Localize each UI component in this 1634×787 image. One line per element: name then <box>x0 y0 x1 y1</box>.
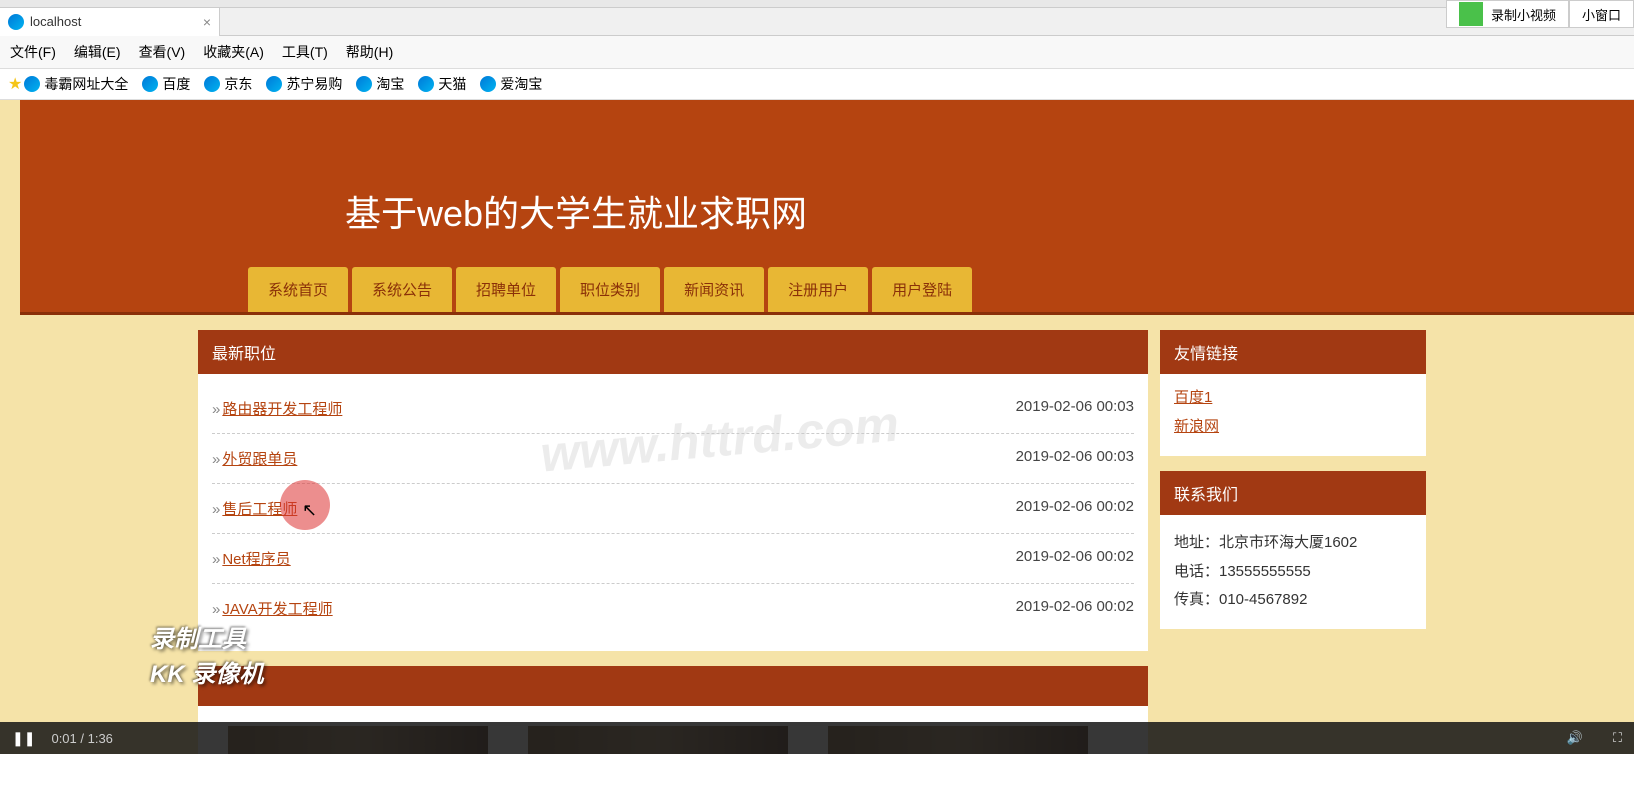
nav-login[interactable]: 用户登陆 <box>872 267 972 312</box>
record-video-button[interactable]: 录制小视频 <box>1446 0 1569 28</box>
contact-fax: 传真：010-4567892 <box>1174 586 1412 615</box>
latest-jobs-panel: 最新职位 路由器开发工程师 2019-02-06 00:03 外贸跟单员 201… <box>198 330 1148 651</box>
ie-icon <box>24 76 40 92</box>
job-date: 2019-02-06 00:03 <box>1016 398 1134 419</box>
job-date: 2019-02-06 00:03 <box>1016 448 1134 469</box>
fullscreen-icon[interactable]: ⛶ <box>1613 730 1622 746</box>
job-link[interactable]: 路由器开发工程师 <box>212 398 342 419</box>
job-item: JAVA开发工程师 2019-02-06 00:02 <box>212 584 1134 633</box>
menu-edit[interactable]: 编辑(E) <box>74 42 121 62</box>
bookmark-item[interactable]: 百度 <box>142 74 190 94</box>
ie-icon <box>204 76 220 92</box>
record-icon <box>1459 2 1483 26</box>
contact-phone: 电话：13555555555 <box>1174 558 1412 587</box>
bookmark-item[interactable]: 淘宝 <box>356 74 404 94</box>
contact-panel: 联系我们 地址：北京市环海大厦1602 电话：13555555555 传真：01… <box>1160 471 1426 629</box>
friend-links-panel: 友情链接 百度1 新浪网 <box>1160 330 1426 456</box>
bookmark-item[interactable]: 苏宁易购 <box>266 74 342 94</box>
menu-favorites[interactable]: 收藏夹(A) <box>203 42 264 62</box>
job-item: 外贸跟单员 2019-02-06 00:03 <box>212 434 1134 484</box>
bookmark-item[interactable]: 天猫 <box>418 74 466 94</box>
bookmark-item[interactable]: 毒霸网址大全 <box>24 74 128 94</box>
favorites-star-icon[interactable]: ★ <box>8 74 22 94</box>
bookmark-bar: ★ 毒霸网址大全 百度 京东 苏宁易购 淘宝 天猫 爱淘宝 <box>0 69 1634 100</box>
ie-icon <box>418 76 434 92</box>
ie-icon <box>8 14 24 30</box>
menu-tools[interactable]: 工具(T) <box>282 42 328 62</box>
small-window-button[interactable]: 小窗口 <box>1569 0 1634 28</box>
job-list: 路由器开发工程师 2019-02-06 00:03 外贸跟单员 2019-02-… <box>212 384 1134 633</box>
nav-job-category[interactable]: 职位类别 <box>560 267 660 312</box>
job-date: 2019-02-06 00:02 <box>1016 598 1134 619</box>
menu-bar: 文件(F) 编辑(E) 查看(V) 收藏夹(A) 工具(T) 帮助(H) <box>0 36 1634 69</box>
contact-address: 地址：北京市环海大厦1602 <box>1174 529 1412 558</box>
video-controls: ❚❚ 0:01 / 1:36 🔊 ⛶ <box>0 722 1634 754</box>
ie-icon <box>266 76 282 92</box>
job-item: 售后工程师 2019-02-06 00:02 <box>212 484 1134 534</box>
site-title: 基于web的大学生就业求职网 <box>345 185 807 237</box>
job-item: Net程序员 2019-02-06 00:02 <box>212 534 1134 584</box>
panel-header <box>198 666 1148 706</box>
close-icon[interactable]: × <box>203 14 211 30</box>
job-link[interactable]: Net程序员 <box>212 548 291 569</box>
bookmark-item[interactable]: 爱淘宝 <box>480 74 542 94</box>
ie-icon <box>480 76 496 92</box>
friend-link[interactable]: 新浪网 <box>1174 415 1412 436</box>
nav-home[interactable]: 系统首页 <box>248 267 348 312</box>
nav-news[interactable]: 新闻资讯 <box>664 267 764 312</box>
friend-link[interactable]: 百度1 <box>1174 386 1412 407</box>
volume-icon[interactable]: 🔊 <box>1567 730 1583 746</box>
tab-title: localhost <box>30 14 203 29</box>
ie-icon <box>356 76 372 92</box>
nav-announcement[interactable]: 系统公告 <box>352 267 452 312</box>
job-link[interactable]: 售后工程师 <box>212 498 297 519</box>
job-date: 2019-02-06 00:02 <box>1016 498 1134 519</box>
browser-tab[interactable]: localhost × <box>0 8 220 36</box>
recording-watermark: 录制工具 KK 录像机 <box>150 619 263 689</box>
panel-header: 最新职位 <box>198 330 1148 374</box>
pause-button[interactable]: ❚❚ <box>12 730 35 747</box>
nav-employers[interactable]: 招聘单位 <box>456 267 556 312</box>
job-link[interactable]: 外贸跟单员 <box>212 448 297 469</box>
nav-register[interactable]: 注册用户 <box>768 267 868 312</box>
menu-file[interactable]: 文件(F) <box>10 42 56 62</box>
panel-header: 联系我们 <box>1160 471 1426 515</box>
bookmark-item[interactable]: 京东 <box>204 74 252 94</box>
job-item: 路由器开发工程师 2019-02-06 00:03 <box>212 384 1134 434</box>
menu-view[interactable]: 查看(V) <box>139 42 186 62</box>
menu-help[interactable]: 帮助(H) <box>346 42 393 62</box>
time-display: 0:01 / 1:36 <box>51 731 112 746</box>
browser-tab-bar: localhost × 录制小视频 小窗口 <box>0 8 1634 36</box>
main-nav: 系统首页 系统公告 招聘单位 职位类别 新闻资讯 注册用户 用户登陆 <box>248 267 976 312</box>
panel-header: 友情链接 <box>1160 330 1426 374</box>
job-date: 2019-02-06 00:02 <box>1016 548 1134 569</box>
job-link[interactable]: JAVA开发工程师 <box>212 598 333 619</box>
ie-icon <box>142 76 158 92</box>
header-banner: 基于web的大学生就业求职网 系统首页 系统公告 招聘单位 职位类别 新闻资讯 … <box>20 100 1634 315</box>
